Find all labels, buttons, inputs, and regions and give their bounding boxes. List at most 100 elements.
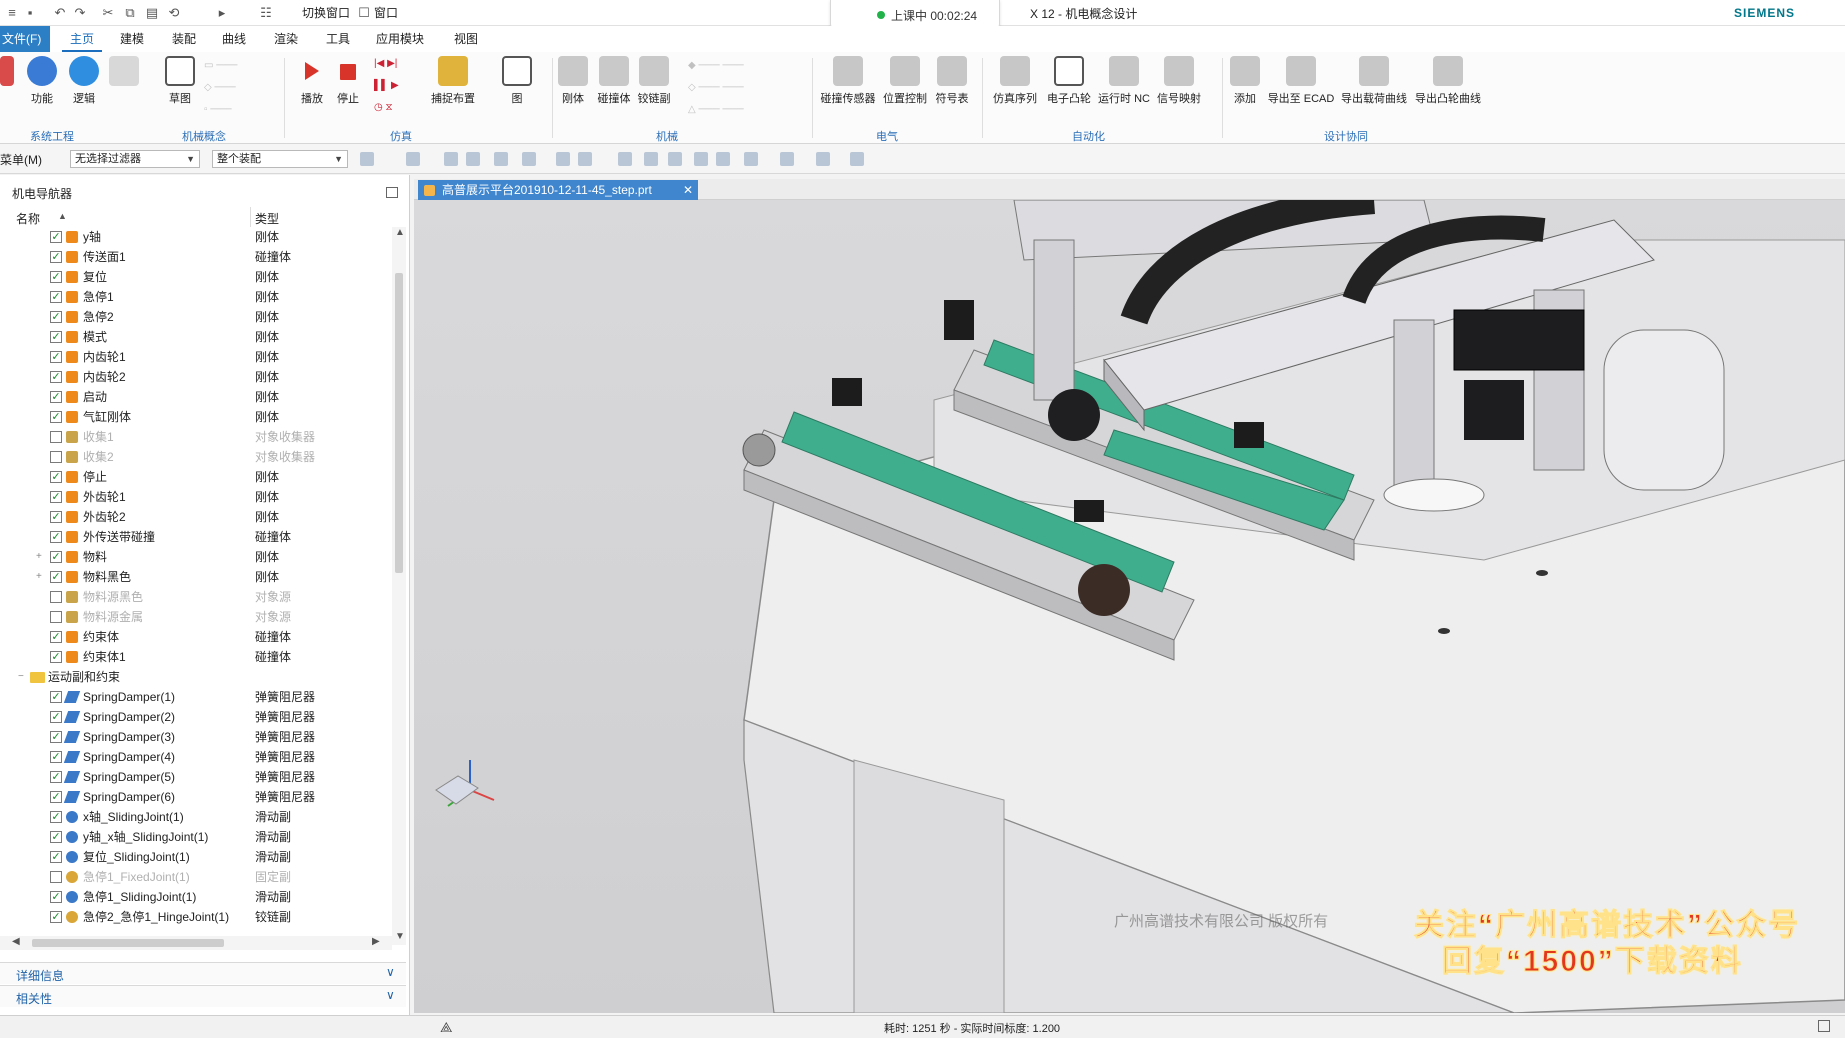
fullscreen-icon[interactable] xyxy=(1818,1020,1830,1032)
layout-icon[interactable] xyxy=(744,152,758,166)
visibility-checkbox[interactable]: ✓ xyxy=(50,771,62,783)
vertical-scrollbar[interactable]: ▲ ▼ xyxy=(392,227,406,945)
stop-button[interactable]: 停止 xyxy=(330,56,366,106)
column-name-header[interactable]: 名称 xyxy=(16,210,40,227)
pan-icon[interactable] xyxy=(694,152,708,166)
menu-icon[interactable]: ≡ xyxy=(4,5,20,21)
visibility-checkbox[interactable]: ✓ xyxy=(50,471,62,483)
export-ecad-button[interactable]: 导出至 ECAD xyxy=(1266,56,1336,106)
rotate-icon[interactable] xyxy=(668,152,682,166)
tree-row[interactable]: 急停1_FixedJoint(1) 固定副 xyxy=(0,867,392,887)
vertical-scroll-thumb[interactable] xyxy=(395,273,403,573)
dependencies-section[interactable]: 相关性 ∨ xyxy=(0,985,406,1007)
visibility-checkbox[interactable] xyxy=(50,611,62,623)
paste-icon[interactable]: ▤ xyxy=(144,5,160,21)
tree-row[interactable]: ✓ 模式 刚体 xyxy=(0,327,392,347)
visibility-checkbox[interactable]: ✓ xyxy=(50,511,62,523)
tree-row[interactable]: ✓ SpringDamper(3) 弹簧阻尼器 xyxy=(0,727,392,747)
visibility-checkbox[interactable] xyxy=(50,871,62,883)
visibility-checkbox[interactable]: ✓ xyxy=(50,851,62,863)
export-cam-curve-button[interactable]: 导出凸轮曲线 xyxy=(1412,56,1484,106)
visibility-checkbox[interactable]: ✓ xyxy=(50,331,62,343)
snap-icon[interactable] xyxy=(360,152,374,166)
horizontal-scrollbar[interactable]: ◀ ▶ xyxy=(0,936,392,950)
visibility-checkbox[interactable] xyxy=(50,451,62,463)
tab-curve[interactable]: 曲线 xyxy=(214,26,254,52)
visibility-checkbox[interactable]: ✓ xyxy=(50,751,62,763)
tree-row[interactable]: ✓ 传送面1 碰撞体 xyxy=(0,247,392,267)
tab-modeling[interactable]: 建模 xyxy=(112,26,152,52)
tree-row[interactable]: ✓ SpringDamper(1) 弹簧阻尼器 xyxy=(0,687,392,707)
tree-row[interactable]: ✓ 复位_SlidingJoint(1) 滑动副 xyxy=(0,847,392,867)
signal-map-button[interactable]: 信号映射 xyxy=(1154,56,1204,106)
visibility-checkbox[interactable]: ✓ xyxy=(50,811,62,823)
visibility-checkbox[interactable] xyxy=(50,431,62,443)
tree-row[interactable]: ✓ 内齿轮2 刚体 xyxy=(0,367,392,387)
tab-view[interactable]: 视图 xyxy=(446,26,486,52)
tree-row[interactable]: ✓ 停止 刚体 xyxy=(0,467,392,487)
save-icon[interactable]: ▪ xyxy=(22,5,38,21)
tree-row[interactable]: ✓ 复位 刚体 xyxy=(0,267,392,287)
tree-row[interactable]: ✓ 内齿轮1 刚体 xyxy=(0,347,392,367)
color-icon[interactable] xyxy=(780,152,794,166)
sketch-button[interactable]: 草图 xyxy=(162,56,198,106)
tree-row[interactable]: 物料源黑色 对象源 xyxy=(0,587,392,607)
3d-viewport[interactable]: 高谱 ↖ ✎ □ T ◇ ↺ 广州高谱技术有限公司 版权所有 xyxy=(414,200,1845,1013)
horizontal-scroll-thumb[interactable] xyxy=(32,939,224,947)
graph-button[interactable]: 图 xyxy=(500,56,534,106)
details-section[interactable]: 详细信息 ∨ xyxy=(0,962,406,984)
visibility-checkbox[interactable]: ✓ xyxy=(50,731,62,743)
section-icon[interactable] xyxy=(850,152,864,166)
rigid-body-button[interactable]: 刚体 xyxy=(556,56,590,106)
command-finder-icon[interactable]: ☷ xyxy=(258,5,274,21)
tree-row[interactable]: ✓ 急停1_SlidingJoint(1) 滑动副 xyxy=(0,887,392,907)
position-control-button[interactable]: 位置控制 xyxy=(880,56,930,106)
logic-button[interactable]: 逻辑 xyxy=(66,56,102,106)
visibility-checkbox[interactable]: ✓ xyxy=(50,691,62,703)
visibility-checkbox[interactable]: ✓ xyxy=(50,531,62,543)
tree-row[interactable]: ✓ 急停2 刚体 xyxy=(0,307,392,327)
status-triangle-icon[interactable]: ⟁ xyxy=(440,1019,453,1036)
add-button[interactable]: 添加 xyxy=(1228,56,1262,106)
fit-icon[interactable] xyxy=(618,152,632,166)
visibility-checkbox[interactable]: ✓ xyxy=(50,571,62,583)
column-type-header[interactable]: 类型 xyxy=(255,210,279,227)
play-small-icon[interactable]: ▸ xyxy=(214,5,230,21)
assembly-scope-dropdown[interactable]: 整个装配 ▼ xyxy=(212,150,348,168)
visibility-checkbox[interactable]: ✓ xyxy=(50,831,62,843)
tree-row[interactable]: 收集1 对象收集器 xyxy=(0,427,392,447)
visibility-checkbox[interactable]: ✓ xyxy=(50,791,62,803)
sim-sequence-button[interactable]: 仿真序列 xyxy=(990,56,1040,106)
orient-icon[interactable] xyxy=(716,152,730,166)
tree-row[interactable]: ✓ SpringDamper(5) 弹簧阻尼器 xyxy=(0,767,392,787)
scroll-right-icon[interactable]: ▶ xyxy=(372,936,380,947)
collapse-icon[interactable]: − xyxy=(18,667,24,687)
expand-icon[interactable]: + xyxy=(36,567,42,587)
view-cube-icon[interactable] xyxy=(816,152,830,166)
hinge-joint-button[interactable]: 铰链副 xyxy=(636,56,672,106)
redo-icon[interactable]: ↷ xyxy=(72,5,88,21)
point-icon[interactable] xyxy=(444,152,458,166)
window-icon[interactable]: ☐ xyxy=(356,5,372,21)
visibility-checkbox[interactable]: ✓ xyxy=(50,291,62,303)
symbol-table-button[interactable]: 符号表 xyxy=(932,56,972,106)
selection-filter-dropdown[interactable]: 无选择过滤器 ▼ xyxy=(70,150,200,168)
tree-row[interactable]: ✓ 外齿轮2 刚体 xyxy=(0,507,392,527)
visibility-checkbox[interactable]: ✓ xyxy=(50,551,62,563)
lasso-icon[interactable] xyxy=(522,152,536,166)
select-icon[interactable] xyxy=(406,152,420,166)
electronic-cam-button[interactable]: 电子凸轮 xyxy=(1044,56,1094,106)
tree-row[interactable]: ✓ 约束体1 碰撞体 xyxy=(0,647,392,667)
tree-row[interactable]: ✓ 急停2_急停1_HingeJoint(1) 铰链副 xyxy=(0,907,392,927)
visibility-checkbox[interactable]: ✓ xyxy=(50,411,62,423)
tree-row[interactable]: ✓ SpringDamper(6) 弹簧阻尼器 xyxy=(0,787,392,807)
tab-app-modules[interactable]: 应用模块 xyxy=(368,26,432,52)
close-icon[interactable]: ✕ xyxy=(683,180,693,200)
tree-row[interactable]: ✓ 急停1 刚体 xyxy=(0,287,392,307)
function-button[interactable]: 功能 xyxy=(24,56,60,106)
visibility-checkbox[interactable]: ✓ xyxy=(50,711,62,723)
maximize-icon[interactable] xyxy=(386,187,398,198)
tree-row[interactable]: ✓ 外传送带碰撞 碰撞体 xyxy=(0,527,392,547)
collision-body-button[interactable]: 碰撞体 xyxy=(594,56,634,106)
visibility-checkbox[interactable]: ✓ xyxy=(50,231,62,243)
